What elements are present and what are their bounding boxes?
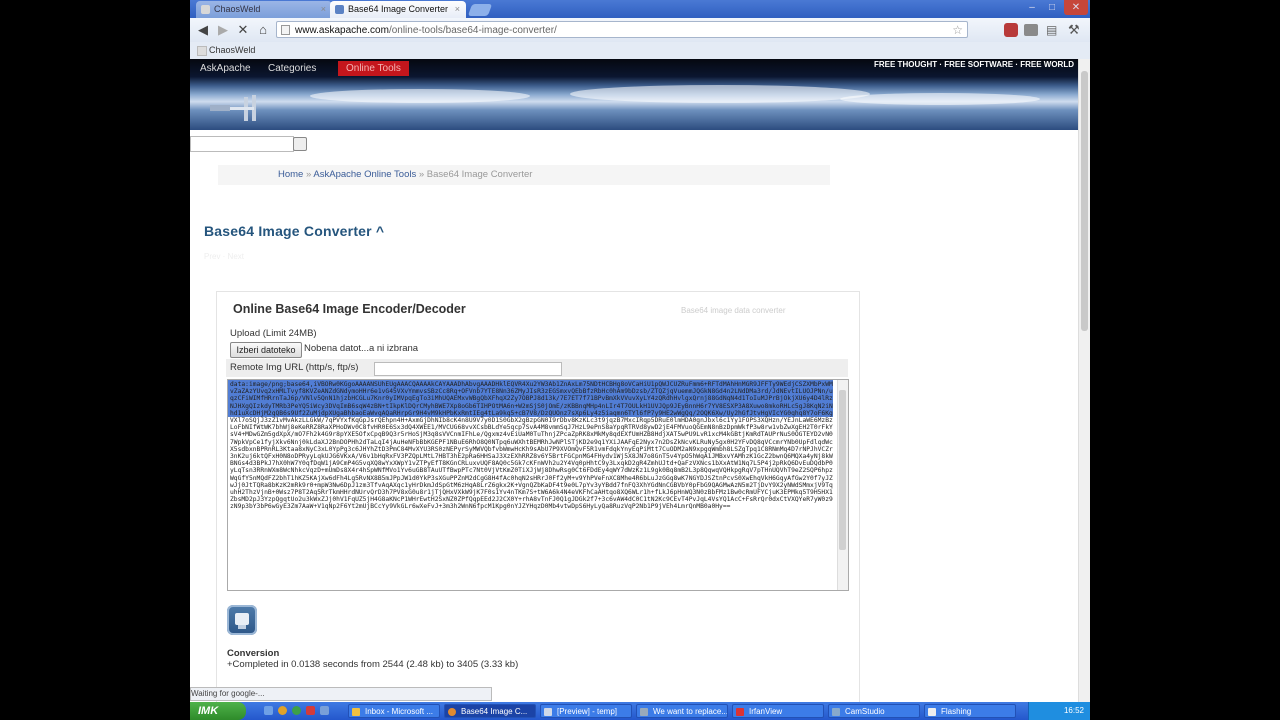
extension-icon[interactable]: [1004, 23, 1018, 37]
irfanview-icon: [736, 708, 744, 716]
upload-label: Upload (Limit 24MB): [230, 328, 317, 339]
textarea-scrollbar-thumb[interactable]: [839, 390, 846, 550]
page-content: AskApache Categories Online Tools FREE T…: [190, 59, 1078, 702]
windows-taskbar: IMK Inbox - Microsoft ... Base64 Image C…: [190, 702, 1090, 720]
taskbar-item-temp[interactable]: [Preview] - temp]: [540, 704, 632, 718]
taskbar-item-irfanview[interactable]: IrfanView: [732, 704, 824, 718]
taskbar-item-inbox[interactable]: Inbox - Microsoft ...: [348, 704, 440, 718]
browser-icon: [448, 708, 456, 716]
nav-categories[interactable]: Categories: [268, 61, 316, 76]
tab-close-icon[interactable]: ×: [455, 1, 460, 18]
breadcrumb-tools[interactable]: AskApache Online Tools: [313, 169, 416, 180]
address-bar[interactable]: www.askapache.com/online-tools/base64-im…: [276, 21, 968, 38]
quicklaunch-browser-icon[interactable]: [278, 706, 287, 715]
back-button[interactable]: ◀: [194, 21, 212, 39]
url-path: /online-tools/base64-image-converter/: [388, 25, 557, 36]
remote-url-row: Remote Img URL (http/s, ftp/s): [226, 359, 848, 377]
site-search-button[interactable]: [293, 137, 307, 151]
choose-file-button[interactable]: Izberi datoteko: [230, 342, 302, 358]
app-icon: [227, 605, 257, 635]
taskbar-item-flashing[interactable]: Flashing: [924, 704, 1016, 718]
quicklaunch-app-icon[interactable]: [306, 706, 315, 715]
taskbar-item-camstudio[interactable]: CamStudio: [828, 704, 920, 718]
star-icon[interactable]: ☆: [952, 22, 963, 39]
page-scrollbar-thumb[interactable]: [1081, 71, 1088, 331]
tab-chaosweld[interactable]: ChaosWeld ×: [196, 1, 332, 18]
quicklaunch-desktop-icon[interactable]: [264, 706, 273, 715]
tab-close-icon[interactable]: ×: [321, 1, 326, 18]
bookmark-icon: [197, 46, 207, 56]
quicklaunch-folder-icon[interactable]: [320, 706, 329, 715]
base64-output-textarea[interactable]: data:image/png;base64,iVBORw0KGgoAAAANSU…: [227, 379, 849, 591]
stop-reload-button[interactable]: ✕: [234, 21, 252, 39]
breadcrumb-home[interactable]: Home: [278, 169, 303, 180]
mail-icon: [352, 708, 360, 716]
bookmark-chaosweld[interactable]: ChaosWeld: [209, 42, 255, 58]
tab-base64-converter[interactable]: Base64 Image Converter ×: [330, 1, 466, 18]
taskbar-item-base64[interactable]: Base64 Image C...: [444, 704, 536, 718]
tab-label: ChaosWeld: [214, 4, 261, 14]
flashing-icon: [928, 708, 936, 716]
bookmarks-bar: ChaosWeld: [190, 42, 1090, 60]
minimize-button[interactable]: –: [1022, 0, 1042, 15]
folder-icon: [544, 708, 552, 716]
panel-faint-header: Base64 image data converter: [681, 306, 786, 315]
breadcrumb: Home » AskApache Online Tools » Base64 I…: [218, 165, 830, 185]
nav-online-tools[interactable]: Online Tools: [338, 61, 409, 76]
new-tab-button[interactable]: [467, 4, 493, 16]
nav-askapache[interactable]: AskApache: [200, 61, 251, 76]
remote-url-label: Remote Img URL (http/s, ftp/s): [230, 362, 359, 373]
document-icon: [640, 708, 648, 716]
breadcrumb-separator: »: [418, 169, 425, 180]
page-icon: [281, 25, 290, 35]
quicklaunch-chrome-icon[interactable]: [292, 706, 301, 715]
page-scrollbar[interactable]: [1078, 59, 1090, 702]
system-tray: 16:52: [1028, 702, 1090, 720]
textarea-scrollbar[interactable]: [837, 380, 848, 590]
tab-label: Base64 Image Converter: [348, 4, 449, 14]
browser-window: ChaosWeld × Base64 Image Converter × – □…: [190, 0, 1090, 702]
remote-url-input[interactable]: [374, 362, 562, 376]
panel-title: Online Base64 Image Encoder/Decoder: [233, 302, 466, 316]
site-banner: AskApache Categories Online Tools FREE T…: [190, 59, 1078, 130]
maximize-button[interactable]: □: [1042, 0, 1062, 15]
site-search-input[interactable]: [190, 136, 294, 152]
tab-strip: ChaosWeld × Base64 Image Converter × – □…: [190, 0, 1090, 18]
base64-output-text: data:image/png;base64,iVBORw0KGgoAAAANSU…: [230, 381, 833, 511]
home-button[interactable]: ⌂: [254, 21, 272, 39]
file-status: Nobena datot...a ni izbrana: [304, 343, 419, 354]
taskbar-item-replace[interactable]: We want to replace...: [636, 704, 728, 718]
url-host: www.askapache.com: [295, 25, 389, 36]
page-favicon-icon: [335, 5, 344, 14]
browser-toolbar: ◀ ▶ ✕ ⌂ www.askapache.com/online-tools/b…: [190, 18, 1090, 42]
conversion-result: +Completed in 0.0138 seconds from 2544 (…: [227, 659, 519, 670]
breadcrumb-current: Base64 Image Converter: [426, 169, 533, 180]
site-tagline: FREE THOUGHT · FREE SOFTWARE · FREE WORL…: [874, 60, 1074, 69]
space-station-image: [210, 95, 256, 121]
page-title[interactable]: Base64 Image Converter ^: [204, 223, 384, 239]
converter-panel: Online Base64 Image Encoder/Decoder Base…: [216, 291, 860, 702]
page-favicon-icon: [201, 5, 210, 14]
page-menu-icon[interactable]: ▤: [1046, 23, 1057, 37]
conversion-heading: Conversion: [227, 648, 280, 659]
extension-icon-2[interactable]: [1024, 24, 1038, 36]
start-button[interactable]: IMK: [190, 702, 246, 720]
breadcrumb-separator: »: [305, 169, 312, 180]
forward-button[interactable]: ▶: [214, 21, 232, 39]
camstudio-icon: [832, 708, 840, 716]
status-bubble: Waiting for google-...: [190, 687, 492, 701]
wrench-icon[interactable]: ⚒: [1068, 22, 1080, 38]
close-window-button[interactable]: ✕: [1064, 0, 1088, 15]
tray-clock[interactable]: 16:52: [1064, 706, 1084, 715]
faint-note: Prev · Next: [204, 252, 245, 261]
